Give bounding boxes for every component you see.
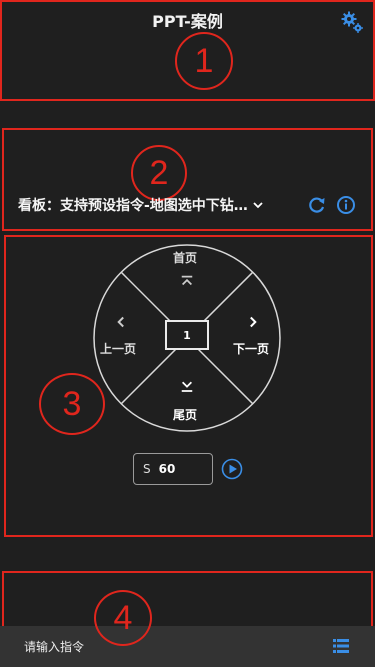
chevron-down-icon[interactable] (252, 199, 264, 211)
last-page-icon[interactable] (180, 381, 194, 394)
previous-page-icon[interactable] (116, 316, 125, 328)
first-page-icon[interactable] (180, 275, 194, 287)
next-page-icon[interactable] (249, 316, 258, 328)
previous-page-button[interactable]: 上一页 (100, 340, 136, 357)
command-input[interactable]: 请输入指令 (24, 638, 84, 655)
first-page-button[interactable]: 首页 (173, 249, 197, 266)
interval-prefix: S (143, 462, 151, 476)
interval-value: 60 (158, 462, 176, 476)
last-page-button[interactable]: 尾页 (173, 406, 197, 423)
info-icon[interactable] (336, 195, 356, 215)
interval-seconds-input[interactable]: S 60 (133, 453, 213, 485)
next-page-button[interactable]: 下一页 (233, 340, 269, 357)
command-bar: 请输入指令 (0, 626, 375, 667)
annotation-1: 1 (175, 32, 233, 90)
board-label: 看板：支持预设指令-地图选中下钻… (18, 198, 248, 214)
page-title: PPT-案例 (152, 12, 223, 31)
current-page-box[interactable]: 1 (165, 320, 209, 350)
play-icon[interactable] (221, 458, 243, 480)
gear-icon[interactable] (340, 10, 364, 34)
annotation-2: 2 (131, 145, 187, 201)
refresh-icon[interactable] (307, 195, 327, 215)
list-icon[interactable] (333, 639, 349, 653)
annotation-4: 4 (94, 590, 152, 646)
